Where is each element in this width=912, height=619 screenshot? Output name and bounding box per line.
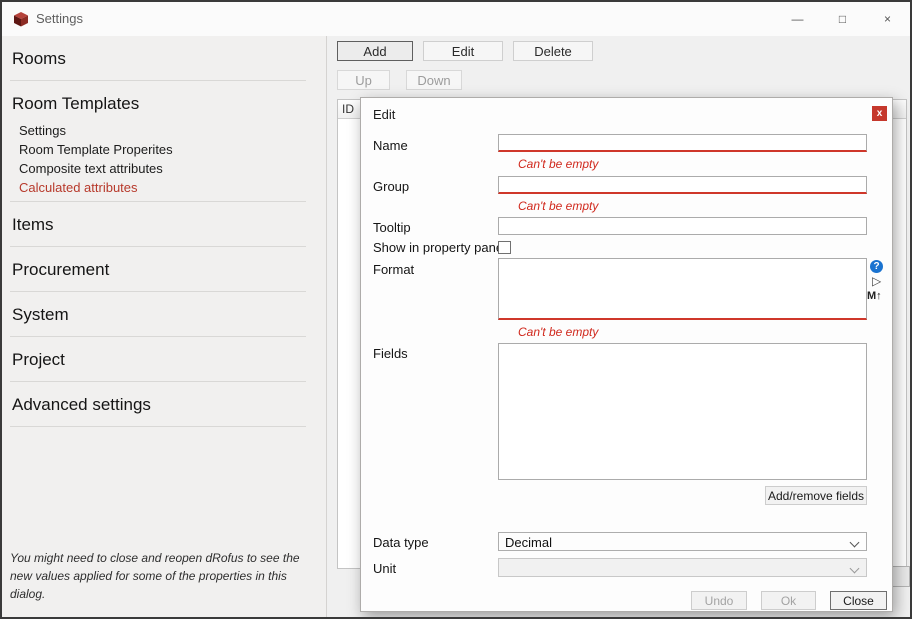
sidebar-item-advanced-settings[interactable]: Advanced settings <box>2 382 326 422</box>
fields-label: Fields <box>373 346 408 361</box>
sidebar-item-calculated-attributes[interactable]: Calculated attributes <box>2 178 326 197</box>
dropdown-arrow-icon <box>850 564 860 574</box>
sidebar-note: You might need to close and reopen dRofu… <box>10 549 310 603</box>
dialog-close-button[interactable]: Close <box>830 591 887 610</box>
window-controls: — □ × <box>775 2 910 36</box>
minimize-icon: — <box>792 12 804 26</box>
name-input[interactable] <box>498 134 867 152</box>
group-label: Group <box>373 179 409 194</box>
sidebar: Rooms Room Templates Settings Room Templ… <box>2 36 327 617</box>
tooltip-label: Tooltip <box>373 220 411 235</box>
sidebar-item-rooms[interactable]: Rooms <box>2 36 326 76</box>
dialog-title: Edit <box>373 107 395 122</box>
group-validation-message: Can't be empty <box>518 199 598 213</box>
markup-icon-glyph: M↑ <box>867 290 882 302</box>
help-icon-glyph: ? <box>873 261 879 272</box>
id-column-header: ID <box>338 100 361 118</box>
edit-dialog: Edit x Name Can't be empty Group Can't b… <box>360 97 893 612</box>
show-in-property-pane-checkbox[interactable] <box>498 241 511 254</box>
fields-listbox[interactable] <box>498 343 867 480</box>
help-icon[interactable]: ? <box>870 260 883 273</box>
unit-label: Unit <box>373 561 396 576</box>
add-remove-fields-button[interactable]: Add/remove fields <box>765 486 867 505</box>
window-close-icon: × <box>884 12 891 26</box>
settings-window: Settings — □ × Rooms Room Templates Sett… <box>0 0 912 619</box>
separator <box>10 426 306 427</box>
show-in-property-pane-label: Show in property pane <box>373 240 503 255</box>
data-type-label: Data type <box>373 535 429 550</box>
unit-select[interactable] <box>498 558 867 577</box>
sidebar-item-composite-text-attributes[interactable]: Composite text attributes <box>2 159 326 178</box>
titlebar: Settings — □ × <box>2 2 910 36</box>
tooltip-input[interactable] <box>498 217 867 235</box>
sidebar-item-settings[interactable]: Settings <box>2 121 326 140</box>
data-type-value: Decimal <box>505 535 552 550</box>
window-title: Settings <box>36 11 83 26</box>
markup-icon[interactable]: M↑ <box>867 290 882 302</box>
undo-button[interactable]: Undo <box>691 591 747 610</box>
delete-button[interactable]: Delete <box>513 41 593 61</box>
format-label: Format <box>373 262 414 277</box>
app-icon <box>13 11 29 27</box>
name-validation-message: Can't be empty <box>518 157 598 171</box>
add-button[interactable]: Add <box>337 41 413 61</box>
dialog-close-x-icon: x <box>877 108 883 119</box>
maximize-icon: □ <box>839 12 846 26</box>
format-validation-message: Can't be empty <box>518 325 598 339</box>
sidebar-item-room-templates[interactable]: Room Templates <box>2 81 326 121</box>
maximize-button[interactable]: □ <box>820 2 865 36</box>
sidebar-item-room-template-properties[interactable]: Room Template Properites <box>2 140 326 159</box>
minimize-button[interactable]: — <box>775 2 820 36</box>
sidebar-item-procurement[interactable]: Procurement <box>2 247 326 287</box>
edit-button[interactable]: Edit <box>423 41 503 61</box>
play-icon-glyph: ▷ <box>872 274 881 288</box>
sidebar-item-project[interactable]: Project <box>2 337 326 377</box>
play-icon[interactable]: ▷ <box>872 274 881 288</box>
dialog-close-x-button[interactable]: x <box>872 106 887 121</box>
name-label: Name <box>373 138 408 153</box>
down-button[interactable]: Down <box>406 70 462 90</box>
sidebar-item-items[interactable]: Items <box>2 202 326 242</box>
sidebar-item-system[interactable]: System <box>2 292 326 332</box>
ok-button[interactable]: Ok <box>761 591 816 610</box>
data-type-select[interactable]: Decimal <box>498 532 867 551</box>
format-textarea[interactable] <box>498 258 867 320</box>
dropdown-arrow-icon <box>850 538 860 548</box>
group-input[interactable] <box>498 176 867 194</box>
up-button[interactable]: Up <box>337 70 390 90</box>
window-close-button[interactable]: × <box>865 2 910 36</box>
